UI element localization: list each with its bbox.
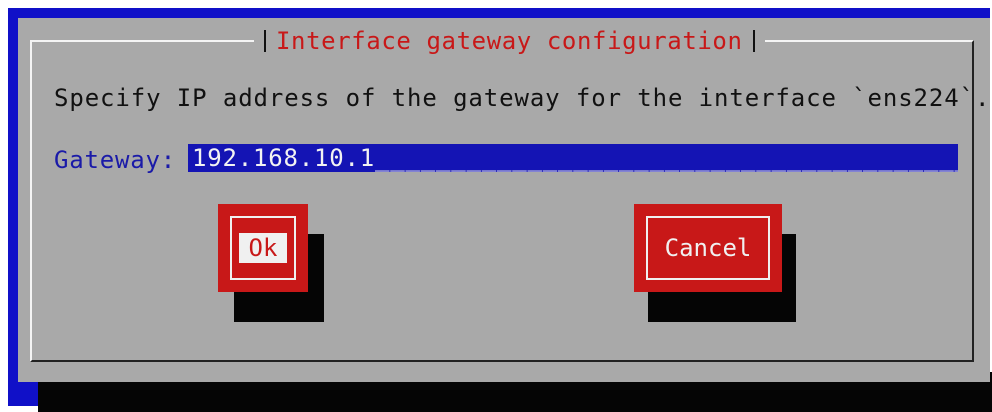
dialog-prompt: Specify IP address of the gateway for th… [54, 84, 991, 112]
cancel-button[interactable]: Cancel [634, 204, 782, 292]
gateway-config-dialog: Interface gateway configuration Specify … [18, 18, 990, 382]
ok-button-label: Ok [238, 233, 288, 263]
gateway-label: Gateway: [54, 146, 176, 174]
cancel-button-frame: Cancel [646, 216, 770, 280]
dialog-title: Interface gateway configuration [276, 27, 743, 55]
title-left-bar [264, 30, 266, 52]
cancel-button-label: Cancel [664, 234, 752, 262]
ok-button[interactable]: Ok [218, 204, 308, 292]
title-right-bar [752, 30, 755, 52]
dialog-title-bar: Interface gateway configuration [254, 26, 765, 56]
terminal-screen: Interface gateway configuration Specify … [8, 8, 992, 412]
ok-button-focus-frame: Ok [230, 216, 296, 280]
gateway-input[interactable]: 192.168.10.1____________________________… [188, 144, 958, 172]
